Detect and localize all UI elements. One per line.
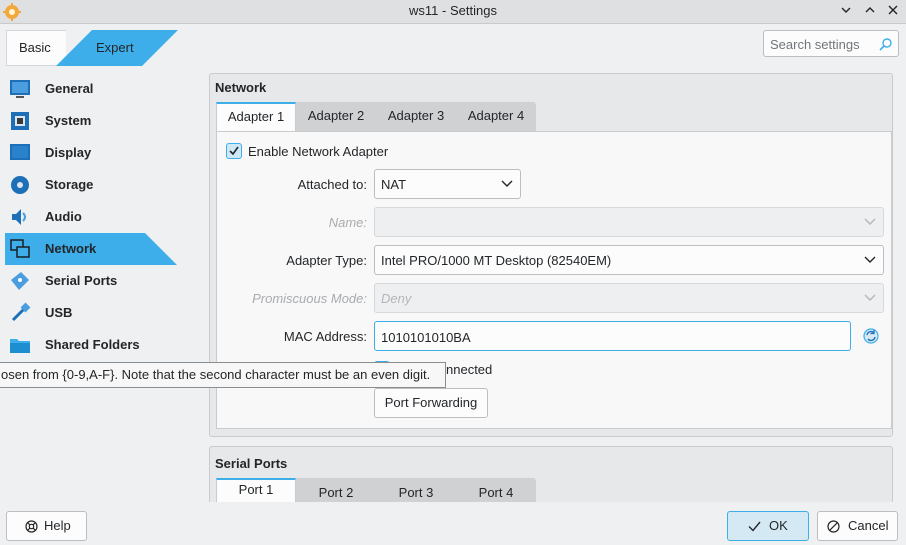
enable-adapter-checkbox[interactable] xyxy=(226,143,242,159)
cancel-label: Cancel xyxy=(848,518,889,533)
attached-to-label: Attached to: xyxy=(297,177,367,192)
window-title: ws11 - Settings xyxy=(409,3,497,18)
minimize-button[interactable] xyxy=(836,2,856,22)
sidebar-item-label: Shared Folders xyxy=(45,337,140,352)
sidebar-item-label: General xyxy=(45,81,94,96)
mac-address-tooltip: osen from {0-9,A-F}. Note that the secon… xyxy=(0,362,446,388)
audio-icon xyxy=(12,209,26,225)
checkmark-icon xyxy=(748,521,761,532)
adapter-type-label: Adapter Type: xyxy=(286,253,367,268)
close-button[interactable] xyxy=(883,2,903,22)
sidebar-item-label: Storage xyxy=(45,177,94,192)
ok-label: OK xyxy=(769,518,788,533)
sidebar-item-label: Audio xyxy=(45,209,82,224)
sidebar-item-label: System xyxy=(45,113,92,128)
refresh-icon xyxy=(863,328,879,344)
help-button[interactable]: Help xyxy=(6,511,87,541)
serial-ports-group-title: Serial Ports xyxy=(215,456,288,471)
attached-to-select[interactable]: NAT xyxy=(374,169,521,199)
display-icon xyxy=(10,144,30,160)
tab-adapter-2[interactable]: Adapter 2 xyxy=(296,102,376,131)
promiscuous-mode-label: Promiscuous Mode: xyxy=(252,291,367,306)
serial-tab-bar: Port 1 Port 2 Port 3 Port 4 xyxy=(216,478,536,502)
close-icon xyxy=(888,5,898,15)
sidebar-item-general[interactable]: General xyxy=(5,73,177,105)
promiscuous-mode-value: Deny xyxy=(381,291,412,306)
tab-port-4[interactable]: Port 4 xyxy=(456,478,536,502)
usb-icon xyxy=(11,302,31,322)
search-box[interactable] xyxy=(763,30,899,57)
adapter-tab-bar: Adapter 1 Adapter 2 Adapter 3 Adapter 4 xyxy=(216,102,536,131)
network-icon xyxy=(10,239,30,258)
chevron-up-icon xyxy=(865,7,875,13)
mac-address-input[interactable] xyxy=(381,328,781,346)
storage-icon xyxy=(11,176,29,194)
enable-adapter-label: Enable Network Adapter xyxy=(248,144,389,159)
mac-address-label: MAC Address: xyxy=(283,329,367,344)
sidebar-item-display[interactable]: Display xyxy=(5,137,177,169)
chevron-down-icon xyxy=(864,218,876,225)
sidebar-item-system[interactable]: System xyxy=(5,105,177,137)
title-bar: ws11 - Settings xyxy=(0,0,906,24)
tab-port-2[interactable]: Port 2 xyxy=(296,478,376,502)
system-icon xyxy=(11,112,29,130)
sidebar-item-network[interactable]: Network xyxy=(5,233,177,265)
sidebar-item-label: Network xyxy=(45,241,97,256)
port-forwarding-button[interactable]: Port Forwarding xyxy=(374,388,488,418)
sidebar-item-audio[interactable]: Audio xyxy=(5,201,177,233)
tab-adapter-1[interactable]: Adapter 1 xyxy=(216,102,296,131)
sidebar-item-label: Serial Ports xyxy=(45,273,118,288)
tab-port-1[interactable]: Port 1 xyxy=(216,478,296,502)
name-label: Name: xyxy=(328,215,367,230)
mode-switch: Basic Expert xyxy=(6,30,178,66)
cable-connected-label: nnected xyxy=(446,362,493,377)
mode-expert-tab[interactable]: Expert xyxy=(96,30,134,66)
chevron-down-icon xyxy=(501,180,513,187)
sidebar-item-serial-ports[interactable]: Serial Ports xyxy=(5,265,177,297)
ok-button[interactable]: OK xyxy=(727,511,809,541)
sidebar-item-storage[interactable]: Storage xyxy=(5,169,177,201)
folder-icon xyxy=(10,339,30,353)
cancel-icon xyxy=(827,520,840,533)
general-icon xyxy=(10,80,30,98)
sidebar-item-label: USB xyxy=(45,305,73,320)
adapter-type-value: Intel PRO/1000 MT Desktop (82540EM) xyxy=(381,253,612,268)
help-icon xyxy=(25,520,38,533)
cancel-button[interactable]: Cancel xyxy=(817,511,898,541)
tab-adapter-3[interactable]: Adapter 3 xyxy=(376,102,456,131)
chevron-down-icon xyxy=(864,256,876,263)
search-icon xyxy=(879,38,892,51)
mac-address-field[interactable] xyxy=(374,321,851,351)
chevron-down-icon xyxy=(841,7,851,13)
sidebar-item-usb[interactable]: USB xyxy=(5,297,177,329)
serial-ports-icon xyxy=(11,272,29,290)
chevron-down-icon xyxy=(864,294,876,301)
search-input[interactable] xyxy=(770,35,878,53)
name-select xyxy=(374,207,884,237)
promiscuous-mode-select: Deny xyxy=(374,283,884,313)
checkmark-icon xyxy=(229,146,239,156)
sidebar-item-label: Display xyxy=(45,145,92,160)
adapter-type-select[interactable]: Intel PRO/1000 MT Desktop (82540EM) xyxy=(374,245,884,275)
help-label: Help xyxy=(44,518,71,533)
maximize-button[interactable] xyxy=(860,2,880,22)
sidebar-item-shared-folders[interactable]: Shared Folders xyxy=(5,329,177,361)
tab-port-3[interactable]: Port 3 xyxy=(376,478,456,502)
attached-to-value: NAT xyxy=(381,177,407,192)
network-group-title: Network xyxy=(215,80,267,95)
tab-adapter-4[interactable]: Adapter 4 xyxy=(456,102,536,131)
generate-mac-button[interactable] xyxy=(862,327,880,345)
